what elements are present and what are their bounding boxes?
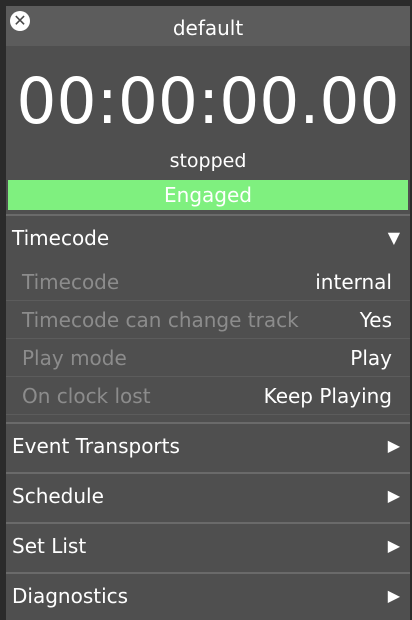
chevron-right-icon: ▶ (387, 486, 400, 505)
transport-panel: ✕ default 00:00:00.00 stopped Engaged Ti… (6, 6, 410, 620)
setting-value: Yes (359, 308, 392, 332)
setting-row-timecode-can-change-track[interactable]: Timecode can change track Yes (6, 302, 410, 339)
section-label: Timecode (12, 226, 110, 250)
chevron-right-icon: ▶ (387, 436, 400, 455)
setting-row-play-mode[interactable]: Play mode Play (6, 340, 410, 377)
setting-value: internal (315, 270, 392, 294)
section-label: Diagnostics (12, 584, 129, 608)
transport-state: stopped (169, 150, 247, 172)
title-bar: ✕ default (6, 6, 410, 46)
section-label: Schedule (12, 484, 104, 508)
setting-value: Play (350, 346, 392, 370)
setting-value: Keep Playing (263, 384, 392, 408)
window-title: default (172, 16, 244, 40)
setting-row-on-clock-lost[interactable]: On clock lost Keep Playing (6, 378, 410, 415)
engaged-button[interactable]: Engaged (8, 180, 408, 210)
section-set-list[interactable]: Set List ▶ (6, 522, 410, 568)
section-label: Set List (12, 534, 87, 558)
section-diagnostics[interactable]: Diagnostics ▶ (6, 572, 410, 618)
section-schedule[interactable]: Schedule ▶ (6, 472, 410, 518)
setting-label: On clock lost (22, 384, 151, 408)
timecode-display: 00:00:00.00 (16, 65, 400, 138)
setting-label: Timecode (22, 270, 120, 294)
section-event-transports[interactable]: Event Transports ▶ (6, 422, 410, 468)
section-label: Event Transports (12, 434, 180, 458)
setting-row-timecode[interactable]: Timecode internal (6, 264, 410, 301)
setting-label: Timecode can change track (22, 308, 299, 332)
setting-label: Play mode (22, 346, 127, 370)
section-timecode[interactable]: Timecode ▼ (6, 214, 410, 260)
chevron-down-icon: ▼ (387, 228, 400, 247)
chevron-right-icon: ▶ (387, 536, 400, 555)
chevron-right-icon: ▶ (387, 586, 400, 605)
